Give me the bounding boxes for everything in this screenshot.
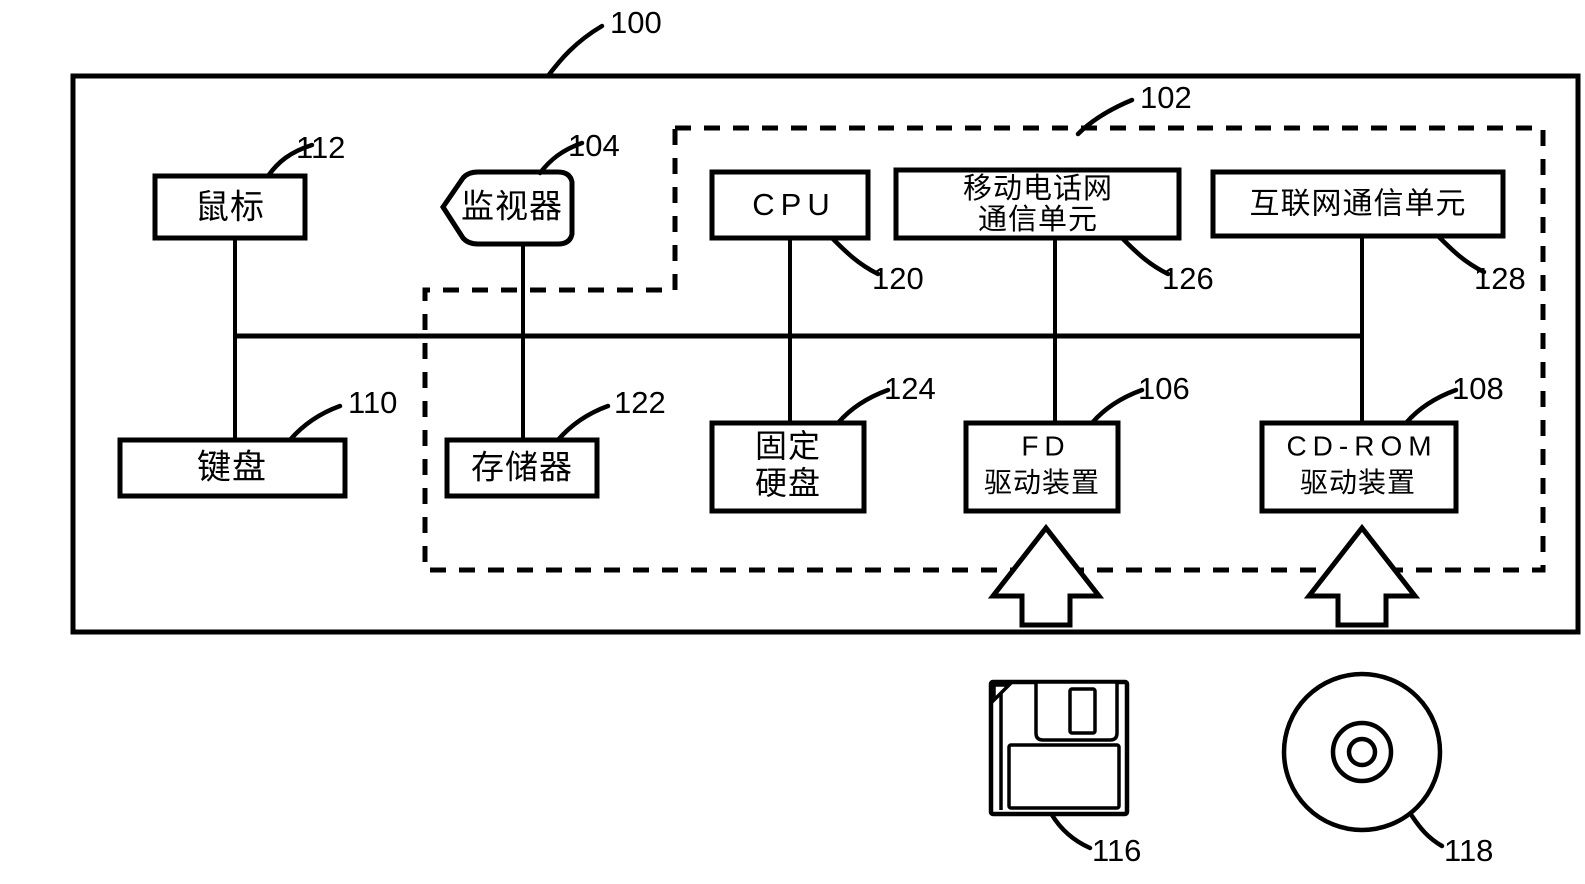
leader-line-110: [287, 403, 343, 443]
block-memory-label: 存储器: [471, 448, 573, 487]
block-internet-unit-label: 互联网通信单元: [1250, 187, 1467, 222]
ref-num-126: 126: [1162, 261, 1214, 296]
patent-figure-canvas: 100 102 鼠标 112 监视器 104 CPU 120 移动电话网 通信单…: [0, 0, 1585, 884]
block-mobile-phone-unit-label-line1: 移动电话网: [963, 171, 1113, 205]
leader-line-124: [835, 387, 891, 426]
ref-num-116: 116: [1092, 833, 1141, 868]
ref-num-100: 100: [610, 5, 662, 40]
block-mobile-phone-unit-label-line2: 通信单元: [978, 202, 1098, 236]
ref-num-104: 104: [568, 128, 620, 163]
ref-num-112: 112: [296, 130, 345, 165]
block-cdrom-drive-label-line1: CD-ROM: [1286, 430, 1437, 461]
block-cpu-label: CPU: [752, 187, 835, 222]
block-hard-disk-label-line2: 硬盘: [755, 464, 821, 502]
ref-num-122: 122: [614, 385, 666, 420]
leader-line-116: [1049, 812, 1093, 851]
block-fd-drive-label-line1: FD: [1021, 430, 1070, 461]
leader-line-118: [1409, 813, 1445, 849]
leader-line-122: [555, 403, 611, 443]
block-diagram: 100 102 鼠标 112 监视器 104 CPU 120 移动电话网 通信单…: [70, 5, 1581, 868]
ref-num-120: 120: [872, 261, 924, 296]
ref-num-118: 118: [1444, 833, 1493, 868]
leader-line-106: [1089, 387, 1145, 426]
ref-num-106: 106: [1138, 371, 1190, 406]
block-monitor-label: 监视器: [461, 187, 563, 226]
floppy-disk-icon: [988, 679, 1130, 817]
ref-num-124: 124: [884, 371, 936, 406]
ref-num-110: 110: [348, 385, 397, 420]
ref-num-108: 108: [1452, 371, 1504, 406]
block-cdrom-drive-label-line2: 驱动装置: [1300, 466, 1416, 499]
leader-line-100: [545, 23, 605, 79]
compact-disc-icon: [1281, 671, 1443, 833]
block-mouse-label: 鼠标: [195, 188, 265, 228]
block-keyboard-label: 键盘: [197, 448, 267, 488]
ref-num-128: 128: [1474, 261, 1526, 296]
block-fd-drive-label-line2: 驱动装置: [984, 466, 1100, 499]
up-arrow-icon-cd-insert: [1303, 523, 1421, 628]
block-hard-disk-label-line1: 固定: [755, 427, 821, 465]
ref-num-102: 102: [1140, 80, 1192, 115]
up-arrow-icon-floppy-insert: [987, 523, 1105, 628]
leader-line-108: [1403, 387, 1459, 426]
